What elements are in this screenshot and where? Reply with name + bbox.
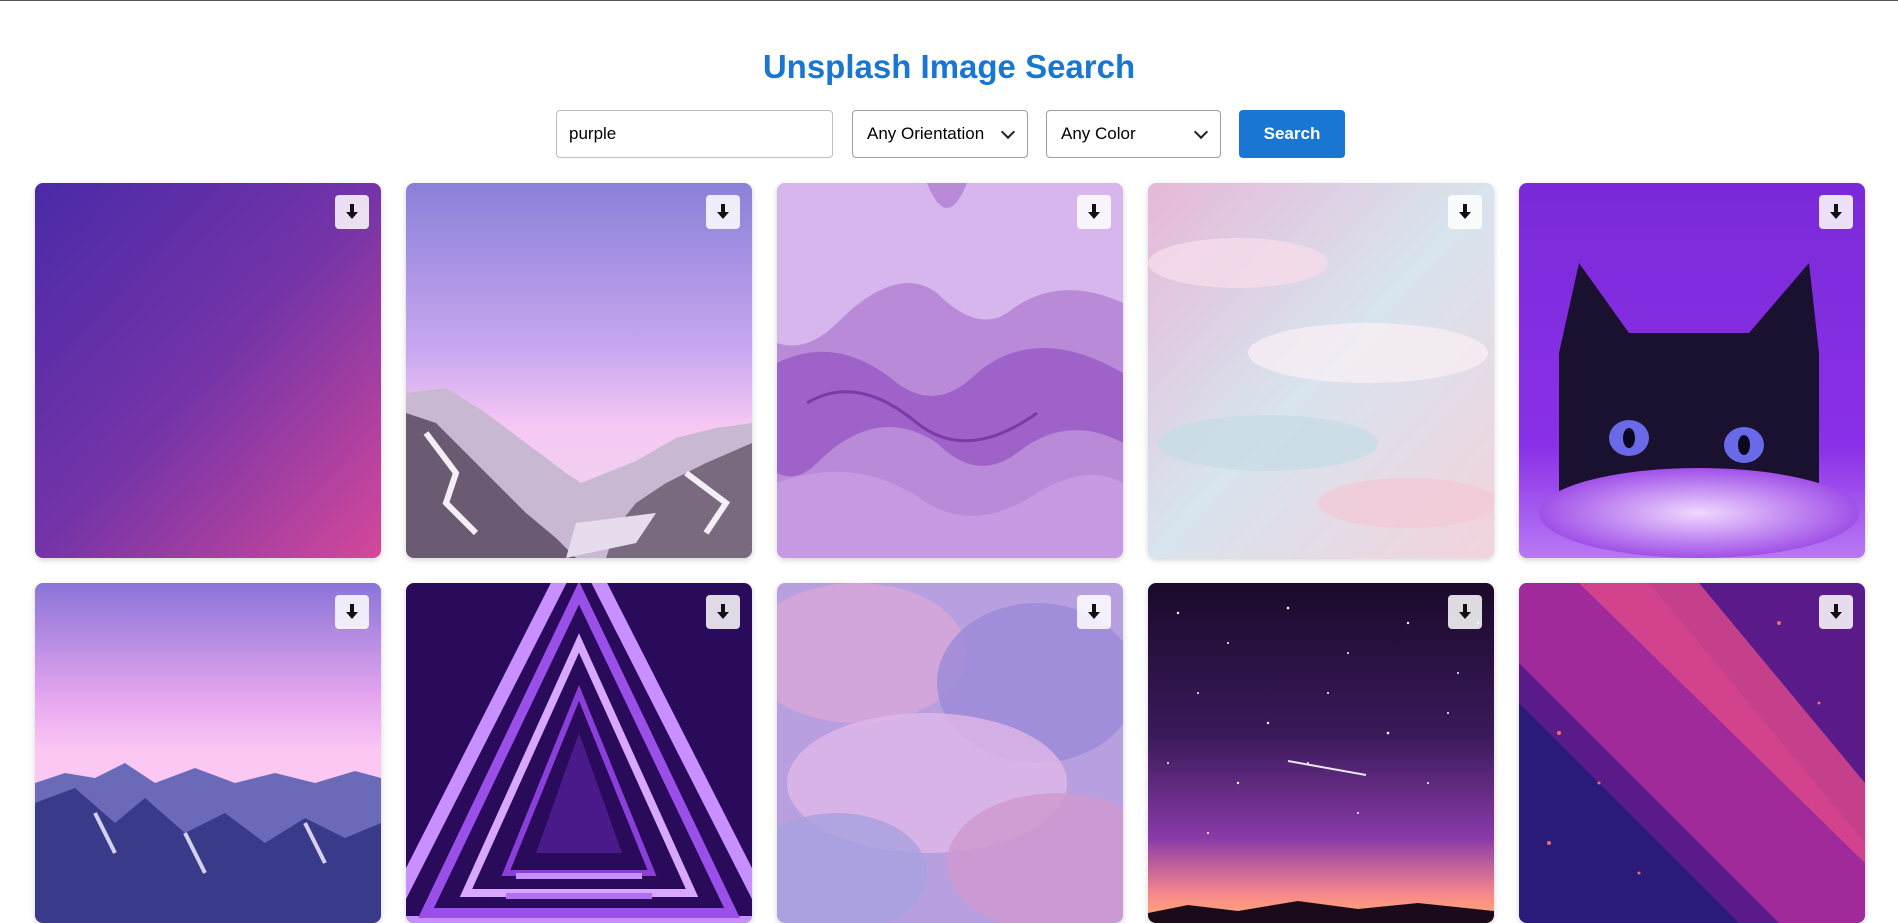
top-border: [0, 0, 1898, 1]
page-title: Unsplash Image Search: [762, 48, 1136, 85]
download-arrow-icon: [1459, 604, 1471, 619]
download-button[interactable]: [1819, 195, 1853, 229]
result-image: [406, 183, 752, 558]
orientation-select[interactable]: Any Orientation: [852, 110, 1028, 158]
download-arrow-icon: [717, 604, 729, 619]
image-card[interactable]: [406, 183, 752, 558]
color-select-value: Any Color: [1061, 124, 1136, 143]
result-image: [1148, 183, 1494, 558]
download-button[interactable]: [1448, 195, 1482, 229]
download-arrow-icon: [1830, 604, 1842, 619]
chevron-down-icon: [1000, 124, 1016, 139]
result-image: [777, 583, 1123, 923]
orientation-select-value: Any Orientation: [867, 124, 985, 143]
download-arrow-icon: [1088, 604, 1100, 619]
image-card[interactable]: [1148, 183, 1494, 558]
result-image: [777, 183, 1123, 558]
download-button[interactable]: [1819, 595, 1853, 629]
result-image: [35, 183, 381, 558]
image-card[interactable]: [1148, 583, 1494, 923]
download-button[interactable]: [706, 595, 740, 629]
download-arrow-icon: [1088, 204, 1100, 219]
color-select[interactable]: Any Color: [1046, 110, 1221, 158]
image-card[interactable]: [406, 583, 752, 923]
download-arrow-icon: [346, 604, 358, 619]
result-image: [406, 583, 752, 923]
image-card[interactable]: [35, 183, 381, 558]
search-button[interactable]: Search: [1239, 110, 1345, 158]
search-input[interactable]: [556, 110, 833, 158]
download-button[interactable]: [1077, 595, 1111, 629]
image-card[interactable]: [777, 183, 1123, 558]
image-card[interactable]: [1519, 183, 1865, 558]
download-button[interactable]: [706, 195, 740, 229]
download-button[interactable]: [335, 595, 369, 629]
search-controls: Any Orientation Any Color Search: [0, 110, 1898, 158]
chevron-down-icon: [1193, 124, 1209, 139]
result-image: [1519, 183, 1865, 558]
download-arrow-icon: [1459, 204, 1471, 219]
download-arrow-icon: [1830, 204, 1842, 219]
download-button[interactable]: [1448, 595, 1482, 629]
download-arrow-icon: [717, 204, 729, 219]
download-button[interactable]: [335, 195, 369, 229]
image-card[interactable]: [777, 583, 1123, 923]
image-card[interactable]: [1519, 583, 1865, 923]
result-image: [1148, 583, 1494, 923]
result-image: [35, 583, 381, 923]
result-image: [1519, 583, 1865, 923]
download-arrow-icon: [346, 204, 358, 219]
image-card[interactable]: [35, 583, 381, 923]
download-button[interactable]: [1077, 195, 1111, 229]
